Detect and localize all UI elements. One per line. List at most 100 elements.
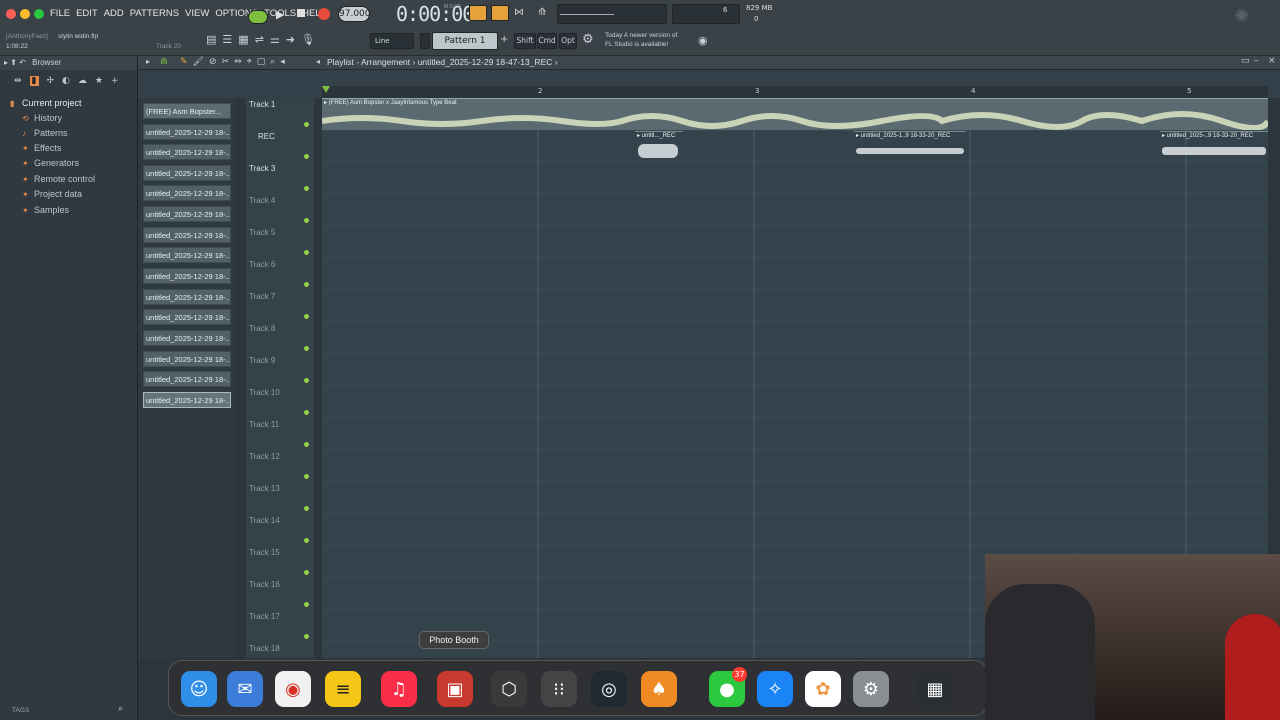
slip-tool-icon[interactable]: ⇔ [234,57,242,67]
playlist-menu-icon[interactable]: ▸ [146,57,150,66]
menu-patterns[interactable]: PATTERNS [130,8,179,19]
count-in-button[interactable] [491,5,509,21]
blender-icon[interactable]: ⬡ [491,671,527,707]
browser-snap-icon[interactable]: ◐ [62,76,70,86]
menu-view[interactable]: VIEW [185,8,209,19]
track-mute-led[interactable] [304,602,309,607]
draw-tool-icon[interactable]: ✎ [180,57,188,67]
tags-label[interactable]: TAGS [12,707,29,714]
play-icon[interactable]: ▶ [276,8,284,21]
tree-samples[interactable]: ✦ Samples [22,205,69,215]
obs-icon[interactable]: ◎ [591,671,627,707]
playlist-window-icon[interactable]: ▤ [206,33,216,46]
pattern-prev-button[interactable] [420,33,430,49]
track-mute-led[interactable] [304,282,309,287]
clip-source-item-selected[interactable]: untitled_2025-12-29 18-... [143,392,231,408]
slice-tool-icon[interactable]: ⌖ [247,57,252,67]
settings-icon[interactable]: ⚙ [853,671,889,707]
tree-effects[interactable]: ✦ Effects [22,143,61,153]
launchpad-icon[interactable]: ⁝⁝ [541,671,577,707]
browser-add-icon[interactable]: + [111,76,119,86]
track-mute-led[interactable] [304,154,309,159]
tempo-display[interactable]: 97.000 [338,6,371,22]
track-mute-led[interactable] [304,410,309,415]
microphone-icon[interactable]: 🎙 [301,33,315,46]
clip-source-item[interactable]: untitled_2025-12-29 18-... [143,206,231,222]
beat-audio-clip[interactable]: ▸ (FREE) Asm Bopster x JaayInfamous Type… [322,98,1268,130]
menu-add[interactable]: ADD [104,8,124,19]
rec-clip[interactable]: ▸ untitled_2025-..9 18-33-20_REC [1160,131,1268,161]
plugin-picker-icon[interactable]: ➜ [286,33,295,46]
song-time-display[interactable]: 0:00:00 [396,2,474,26]
track-mute-led[interactable] [304,506,309,511]
breadcrumb-arrows-icon[interactable]: ◂ [316,57,320,66]
track-label[interactable]: Track 15 [249,548,280,557]
menu-edit[interactable]: EDIT [76,8,98,19]
clip-source-item[interactable]: untitled_2025-12-29 18-... [143,371,231,387]
track-label[interactable]: Track 9 [249,356,275,365]
clip-source-item[interactable]: untitled_2025-12-29 18-... [143,268,231,284]
channel-rack-icon[interactable]: ☰ [222,33,232,46]
playlist-title-bar[interactable]: ▸ ⋒ ✎ 🖌 ⊘ ✂ ⇔ ⌖ ▢ ⌕ ◂ ◂ Playlist - Arran… [138,56,1280,70]
fl-studio-icon[interactable]: ♠ [641,671,677,707]
track-label[interactable]: Track 5 [249,228,275,237]
playback-tool-icon[interactable]: ◂ [280,57,285,67]
track-mute-led[interactable] [304,474,309,479]
timeline-ruler[interactable]: 2 3 4 5 [322,86,1268,98]
track-label[interactable]: Track 3 [249,164,275,173]
playlist-minimize-icon[interactable]: – [1254,56,1259,66]
clip-source-item[interactable]: untitled_2025-12-29 18-... [143,309,231,325]
track-label[interactable]: Track 14 [249,516,280,525]
clip-source-item[interactable]: untitled_2025-12-29 18-... [143,144,231,160]
browser-expand-icon[interactable]: ✢ [47,76,55,86]
piano-roll-icon[interactable]: ▦ [238,33,248,46]
metronome-button[interactable] [469,5,487,21]
news-line-2[interactable]: FL Studio is available! [605,41,668,48]
loop-record-icon[interactable]: ⟰ [538,7,546,18]
rec-clip[interactable]: ▸ untitl..._REC [635,131,683,161]
track-mute-led[interactable] [304,442,309,447]
track-mute-led[interactable] [304,218,309,223]
menu-file[interactable]: FILE [50,8,70,19]
clip-source-item[interactable]: untitled_2025-12-29 18-... [143,227,231,243]
wait-input-icon[interactable]: ⋈ [514,7,524,18]
clip-source-item[interactable]: (FREE) Asm Bopster... [143,103,231,119]
tree-project-data[interactable]: ✦ Project data [22,189,82,199]
notes-icon[interactable]: ≡ [325,671,361,707]
track-label-rec[interactable]: REC [258,132,275,141]
tree-remote-control[interactable]: ✦ Remote control [22,174,95,184]
music-icon[interactable]: ♫ [381,671,417,707]
track-label[interactable]: Track 10 [249,388,280,397]
mixer-icon[interactable]: ⇌ [255,33,264,46]
delete-tool-icon[interactable]: ⊘ [209,57,217,67]
browser-collapse-icon[interactable]: ⇹ [14,76,22,86]
close-window-button[interactable] [6,9,16,19]
clip-source-item[interactable]: untitled_2025-12-29 18-... [143,351,231,367]
photos-icon[interactable]: ✿ [805,671,841,707]
snap-select[interactable]: Line [370,33,414,49]
online-icon[interactable]: ◉ [698,34,708,47]
rec-clip[interactable]: ▸ untitled_2025-1..9 18-33-20_REC [854,131,966,161]
song-pattern-toggle[interactable] [248,10,268,24]
news-icon[interactable]: ⚙ [582,32,594,47]
track-label[interactable]: Track 16 [249,580,280,589]
browser-all-icon[interactable]: ▮ [29,76,39,86]
record-icon[interactable] [318,8,330,20]
clip-source-item[interactable]: untitled_2025-12-29 18-... [143,165,231,181]
minimize-window-button[interactable] [20,9,30,19]
playlist-breadcrumb[interactable]: Playlist - Arrangement › untitled_2025-1… [327,57,558,67]
track-label[interactable]: Track 6 [249,260,275,269]
track-mute-led[interactable] [304,186,309,191]
add-pattern-icon[interactable]: + [500,34,508,45]
tree-patterns[interactable]: ♪ Patterns [22,128,68,138]
track-mute-led[interactable] [304,122,309,127]
opt-key-button[interactable]: Opt [559,33,577,49]
playlist-maximize-icon[interactable]: ▭ [1241,56,1250,66]
clip-source-item[interactable]: untitled_2025-12-29 18-... [143,289,231,305]
track-label[interactable]: Track 18 [249,644,280,653]
browser-cloud-icon[interactable]: ☁ [78,76,87,86]
track-label[interactable]: Track 11 [249,420,279,429]
clip-source-item[interactable]: untitled_2025-12-29 18-... [143,247,231,263]
zoom-tool-icon[interactable]: ⌕ [270,57,275,67]
snap-magnet-icon[interactable]: ⋒ [160,57,168,67]
